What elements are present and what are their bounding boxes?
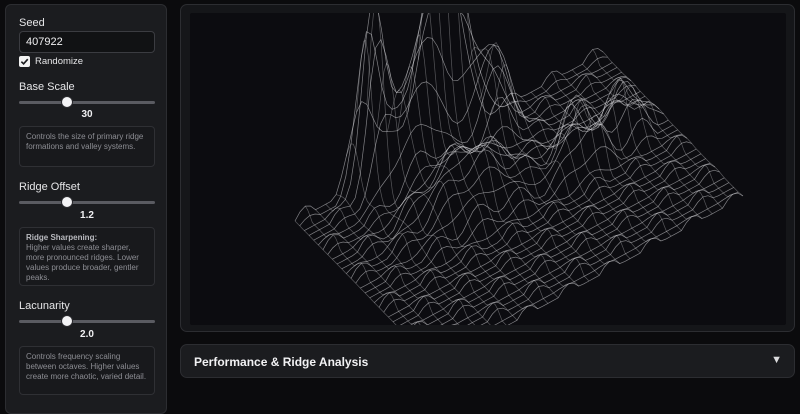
slider-thumb[interactable] — [61, 316, 72, 326]
slider-track — [19, 320, 155, 323]
base-scale-value: 30 — [81, 109, 93, 120]
terrain-grid-line — [364, 117, 674, 294]
base-scale-label: Base Scale — [19, 81, 75, 93]
terrain-grid-line — [417, 13, 559, 299]
terrain-grid-line — [350, 79, 660, 279]
terrain-grid-line — [602, 51, 744, 197]
ridge-offset-value: 1.2 — [80, 210, 94, 221]
lacunarity-slider[interactable] — [19, 315, 155, 327]
ridge-offset-label: Ridge Offset — [19, 181, 80, 193]
seed-label: Seed — [19, 17, 45, 29]
terrain-grid-line — [308, 37, 618, 236]
controls-sidebar: Seed Randomize Base Scale 30 Controls th… — [5, 4, 167, 414]
terrain-grid-line — [494, 191, 739, 325]
terrain-grid-line — [304, 13, 613, 231]
terrain-grid-line — [571, 69, 713, 215]
slider-track — [19, 101, 155, 104]
terrain-grid-line — [335, 194, 460, 325]
lacunarity-label: Lacunarity — [19, 300, 70, 312]
terrain-grid-line — [355, 81, 664, 284]
terrain-grid-line — [345, 143, 476, 325]
ridge-offset-description: Ridge Sharpening: Higher values create s… — [19, 227, 155, 286]
randomize-label: Randomize — [35, 56, 84, 67]
ridge-sharpening-heading: Ridge Sharpening: — [26, 233, 98, 242]
ridge-offset-description-text: Higher values create sharper, more prono… — [26, 243, 139, 282]
terrain-grid-line — [451, 182, 730, 325]
terrain-grid-line — [383, 141, 692, 313]
terrain-grid-line — [530, 91, 672, 237]
lacunarity-description: Controls frequency scaling between octav… — [19, 346, 155, 395]
terrain-grid-line — [318, 65, 627, 246]
terrain-wireframe — [294, 13, 744, 325]
base-scale-description: Controls the size of primary ridge forma… — [19, 126, 155, 167]
lacunarity-value: 2.0 — [80, 329, 94, 340]
terrain-grid-line — [451, 177, 725, 325]
seed-input[interactable] — [19, 31, 155, 53]
terrain-grid-line — [376, 62, 518, 321]
terrain-viewport-panel — [180, 4, 795, 332]
terrain-canvas[interactable] — [190, 13, 786, 325]
terrain-grid-line — [399, 158, 706, 325]
checkmark-icon — [19, 56, 30, 67]
terrain-grid-line — [500, 100, 641, 254]
base-scale-slider[interactable] — [19, 96, 155, 108]
terrain-grid-line — [551, 71, 692, 220]
accordion-title: Performance & Ridge Analysis — [194, 355, 369, 369]
slider-thumb[interactable] — [61, 197, 72, 207]
slider-track — [19, 201, 155, 204]
randomize-checkbox[interactable]: Randomize — [19, 56, 83, 67]
slider-thumb[interactable] — [61, 97, 72, 107]
ridge-offset-slider[interactable] — [19, 196, 155, 208]
triangle-down-icon[interactable]: ▼ — [771, 354, 782, 366]
terrain-grid-line — [448, 13, 579, 287]
performance-accordion[interactable]: Performance & Ridge Analysis ▼ — [180, 344, 795, 378]
